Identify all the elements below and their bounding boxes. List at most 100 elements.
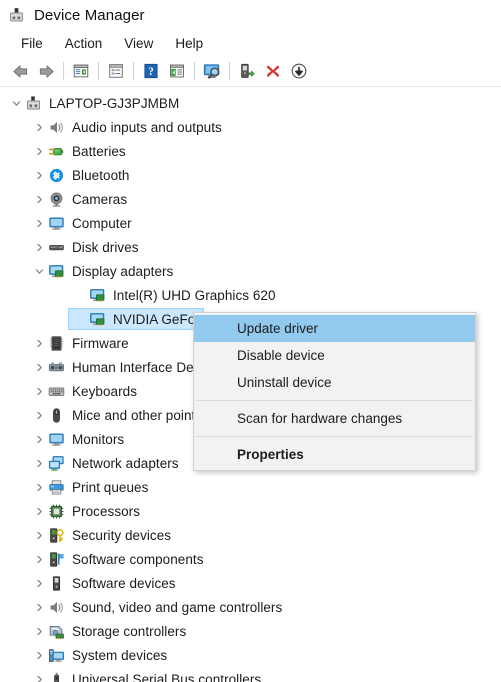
security-device-icon — [48, 527, 65, 544]
menu-help[interactable]: Help — [164, 34, 214, 53]
toolbar-back-button[interactable] — [7, 59, 33, 83]
network-adapter-icon — [48, 455, 65, 472]
tree-node-label: Sound, video and game controllers — [72, 599, 283, 615]
chevron-right-icon[interactable] — [31, 459, 48, 468]
tree-node-audio-inputs-and-outputs[interactable]: Audio inputs and outputs — [0, 115, 501, 139]
firmware-icon — [48, 335, 65, 352]
tree-node-print-queues[interactable]: Print queues — [0, 475, 501, 499]
chevron-right-icon[interactable] — [31, 435, 48, 444]
forward-arrow-icon — [39, 64, 54, 78]
software-component-icon — [50, 551, 64, 567]
toolbar-update-driver-button[interactable] — [164, 59, 190, 83]
chevron-right-icon[interactable] — [31, 147, 48, 156]
device-manager-icon — [8, 7, 25, 24]
display-adapter-icon — [89, 311, 106, 328]
chevron-right-icon[interactable] — [31, 339, 48, 348]
keyboard-icon — [48, 383, 65, 400]
toolbar-help-button[interactable]: ? — [138, 59, 164, 83]
toolbar-separator — [229, 62, 230, 80]
tree-node-storage-controllers[interactable]: Storage controllers — [0, 619, 501, 643]
chevron-right-icon[interactable] — [31, 363, 48, 372]
tree-node-system-devices[interactable]: System devices — [0, 643, 501, 667]
tree-node-software-components[interactable]: Software components — [0, 547, 501, 571]
computer-icon — [26, 95, 41, 109]
printer-icon — [48, 479, 65, 496]
ctx-properties[interactable]: Properties — [194, 441, 475, 468]
tree-node-display-adapters[interactable]: Display adapters — [0, 259, 501, 283]
chevron-right-icon[interactable] — [31, 483, 48, 492]
properties-icon — [109, 64, 123, 78]
monitor-icon — [48, 431, 65, 448]
firmware-icon — [50, 335, 63, 351]
toolbar-properties-button[interactable] — [103, 59, 129, 83]
keyboard-icon — [48, 387, 65, 396]
menu-action[interactable]: Action — [54, 34, 114, 53]
chevron-right-icon[interactable] — [31, 243, 48, 252]
scan-hardware-changes-icon — [203, 63, 219, 79]
tree-node-batteries[interactable]: Batteries — [0, 139, 501, 163]
chevron-right-icon[interactable] — [31, 627, 48, 636]
chevron-down-icon[interactable] — [31, 267, 48, 276]
chevron-right-icon[interactable] — [31, 123, 48, 132]
speaker-icon — [48, 119, 65, 136]
tree-node-label: Universal Serial Bus controllers — [72, 671, 262, 682]
chevron-right-icon[interactable] — [31, 531, 48, 540]
menu-file[interactable]: File — [10, 34, 54, 53]
update-driver-icon — [170, 64, 184, 78]
tree-node-cameras[interactable]: Cameras — [0, 187, 501, 211]
toolbar-scan-hardware-button[interactable] — [199, 59, 225, 83]
ctx-update-driver[interactable]: Update driver — [194, 315, 475, 342]
svg-text:?: ? — [148, 66, 154, 78]
software-device-icon — [48, 575, 65, 592]
tree-node-sound-video-and-game-controllers[interactable]: Sound, video and game controllers — [0, 595, 501, 619]
software-component-icon — [48, 551, 65, 568]
chevron-right-icon[interactable] — [31, 675, 48, 682]
back-arrow-icon — [12, 64, 27, 78]
chevron-right-icon[interactable] — [31, 195, 48, 204]
menu-view[interactable]: View — [113, 34, 164, 53]
security-device-icon — [50, 527, 64, 543]
toolbar-disable-device-button[interactable] — [286, 59, 312, 83]
tree-node-label: Firmware — [72, 335, 129, 351]
menu-bar: File Action View Help — [0, 31, 501, 56]
tree-node-processors[interactable]: Processors — [0, 499, 501, 523]
display-adapter-icon — [48, 263, 65, 280]
chevron-right-icon[interactable] — [31, 171, 48, 180]
ctx-uninstall-device[interactable]: Uninstall device — [194, 369, 475, 396]
disk-drive-icon — [48, 239, 65, 256]
tree-node-label: Intel(R) UHD Graphics 620 — [113, 287, 276, 303]
context-menu[interactable]: Update driver Disable device Uninstall dev… — [193, 312, 476, 471]
toolbar-uninstall-device-button[interactable] — [260, 59, 286, 83]
chevron-right-icon[interactable] — [31, 651, 48, 660]
human-interface-icon — [48, 361, 65, 371]
chevron-down-icon[interactable] — [8, 99, 25, 108]
tree-node-security-devices[interactable]: Security devices — [0, 523, 501, 547]
tree-node-bluetooth[interactable]: Bluetooth — [0, 163, 501, 187]
tree-node-label: System devices — [72, 647, 168, 663]
processor-icon — [48, 503, 65, 520]
chevron-right-icon[interactable] — [31, 603, 48, 612]
system-device-icon — [48, 647, 65, 664]
ctx-scan-hardware-changes[interactable]: Scan for hardware changes — [194, 405, 475, 432]
tree-node-label: Audio inputs and outputs — [72, 119, 222, 135]
toolbar-forward-button[interactable] — [33, 59, 59, 83]
chevron-right-icon[interactable] — [31, 411, 48, 420]
toolbar-separator — [63, 62, 64, 80]
toolbar-add-hardware-button[interactable] — [234, 59, 260, 83]
mouse-icon — [53, 407, 60, 423]
monitor-icon — [49, 217, 64, 230]
ctx-disable-device[interactable]: Disable device — [194, 342, 475, 369]
chevron-right-icon[interactable] — [31, 507, 48, 516]
chevron-right-icon[interactable] — [31, 555, 48, 564]
chevron-right-icon[interactable] — [31, 387, 48, 396]
tree-node-computer[interactable]: Computer — [0, 211, 501, 235]
display-adapter-icon — [90, 312, 105, 326]
tree-node-disk-drives[interactable]: Disk drives — [0, 235, 501, 259]
toolbar-console-tree-button[interactable] — [68, 59, 94, 83]
chevron-right-icon[interactable] — [31, 219, 48, 228]
tree-node-intel-r-uhd-graphics-620[interactable]: Intel(R) UHD Graphics 620 — [0, 283, 501, 307]
tree-node-software-devices[interactable]: Software devices — [0, 571, 501, 595]
tree-node-laptop-gj3pjmbm[interactable]: LAPTOP-GJ3PJMBM — [0, 91, 501, 115]
tree-node-universal-serial-bus-controllers[interactable]: Universal Serial Bus controllers — [0, 667, 501, 682]
chevron-right-icon[interactable] — [31, 579, 48, 588]
